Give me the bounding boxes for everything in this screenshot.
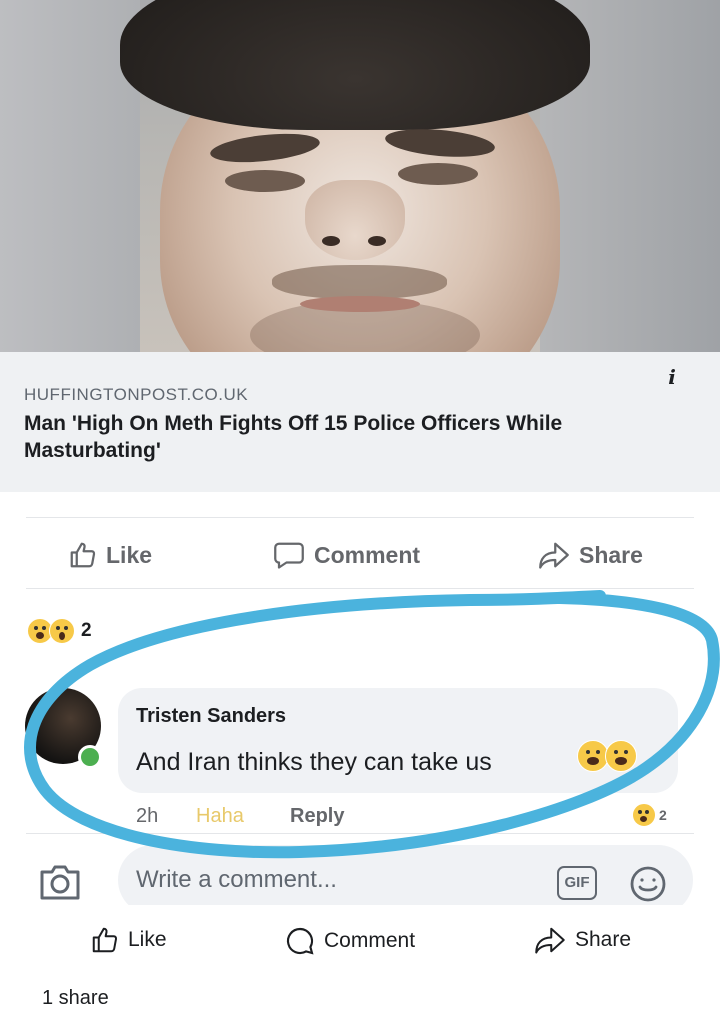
share-arrow-icon [539, 542, 569, 569]
reactions-summary[interactable]: 2 [27, 618, 92, 644]
gif-icon[interactable]: GIF [557, 866, 597, 900]
photo-nostril [368, 236, 386, 246]
link-preview-image[interactable] [0, 0, 720, 352]
photo-hair [120, 0, 590, 130]
comment-haha-button[interactable]: Haha [196, 805, 244, 828]
bottom-share-button[interactable]: Share [533, 925, 631, 955]
comment-bubble-icon [286, 927, 314, 955]
divider [26, 833, 694, 834]
share-label: Share [579, 541, 643, 568]
link-headline[interactable]: Man 'High On Meth Fights Off 15 Police O… [24, 410, 664, 464]
thumbs-up-icon [92, 927, 118, 953]
comment-reply-button[interactable]: Reply [290, 805, 344, 828]
photo-mustache [272, 265, 447, 299]
like-button[interactable]: Like [68, 540, 152, 570]
comment-reactions[interactable]: 2 [632, 803, 667, 827]
bottom-comment-label: Comment [324, 929, 416, 952]
photo-background [0, 0, 140, 352]
wow-emoji-icon [632, 803, 656, 827]
comment-label: Comment [314, 541, 421, 568]
comment-text: And Iran thinks they can take us [136, 748, 492, 776]
wow-emoji-icon [49, 618, 75, 644]
divider [26, 588, 694, 589]
thumbs-up-icon [70, 542, 96, 568]
photo-nostril [322, 236, 340, 246]
link-domain: HUFFINGTONPOST.CO.UK [24, 385, 249, 404]
smiley-icon[interactable] [628, 864, 668, 904]
comment-button[interactable]: Comment [272, 540, 420, 570]
bottom-comment-button[interactable]: Comment [284, 925, 415, 957]
info-icon[interactable]: i [660, 365, 684, 389]
comment-reaction-count: 2 [659, 807, 667, 823]
share-count[interactable]: 1 share [42, 987, 109, 1010]
photo-eye [225, 170, 305, 192]
bottom-like-label: Like [128, 928, 167, 951]
comment-timestamp: 2h [136, 805, 159, 827]
photo-mouth [300, 296, 420, 312]
comment-author[interactable]: Tristen Sanders [136, 705, 286, 728]
bottom-share-label: Share [575, 928, 632, 951]
like-label: Like [106, 541, 153, 568]
comment-bubble-icon [274, 542, 304, 569]
share-arrow-icon [535, 927, 565, 954]
photo-eye [398, 163, 478, 185]
rofl-emoji-icon [605, 740, 637, 772]
bottom-like-button[interactable]: Like [90, 925, 167, 955]
photo-nose [305, 180, 405, 260]
reaction-count: 2 [81, 620, 92, 641]
comment-emojis [577, 740, 637, 772]
share-button[interactable]: Share [537, 540, 643, 570]
camera-icon[interactable] [38, 862, 82, 902]
divider [26, 517, 694, 518]
online-status-dot [78, 745, 102, 769]
